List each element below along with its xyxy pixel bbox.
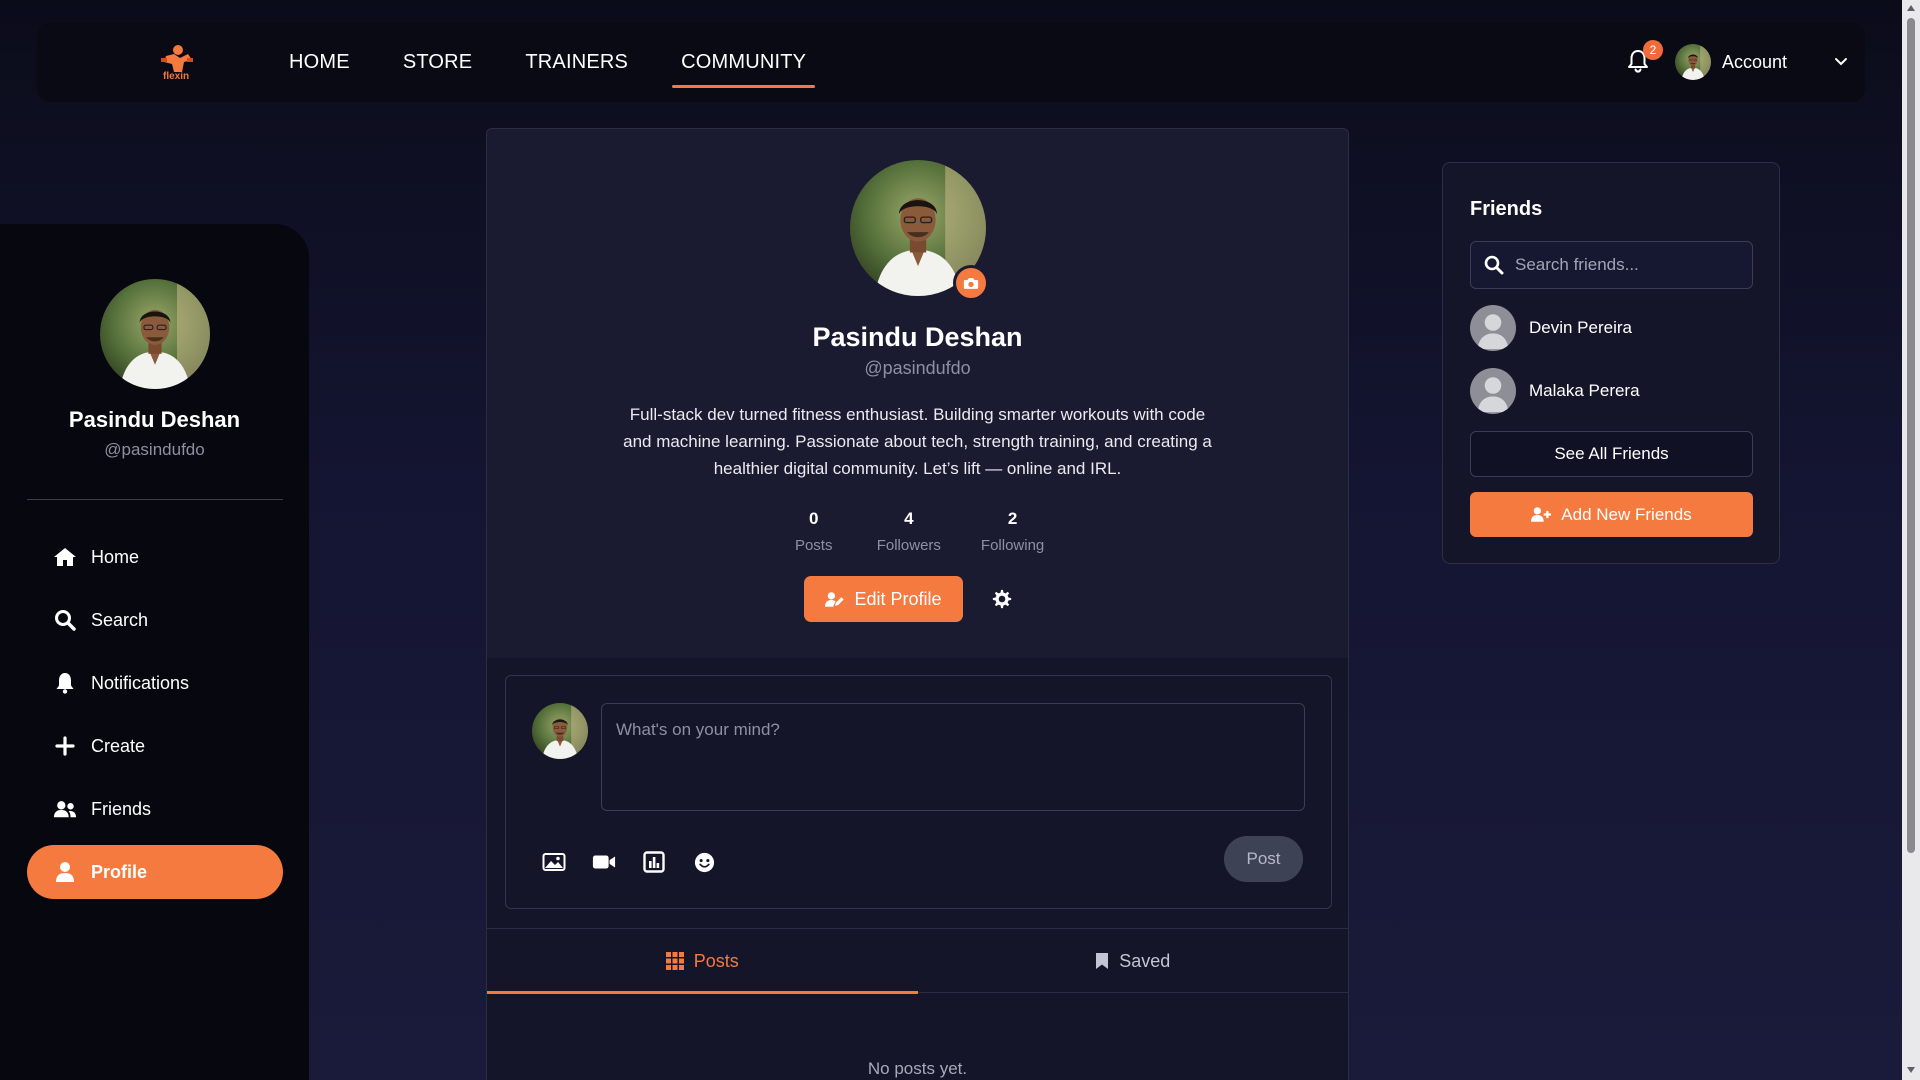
stat-posts[interactable]: 0 Posts [791,509,837,554]
edit-profile-button[interactable]: Edit Profile [804,576,963,622]
account-menu-label[interactable]: Account [1722,52,1787,73]
friends-search [1470,241,1753,289]
stat-value: 0 [808,509,819,528]
tab-label: Posts [693,950,739,971]
sidebar-item-home[interactable]: Home [27,530,283,584]
sidebar-item-notifications[interactable]: Notifications [27,656,283,710]
nav-trainers[interactable]: TRAINERS [525,51,628,74]
edit-profile-label: Edit Profile [854,588,942,609]
notification-count-badge: 2 [1643,40,1663,60]
scrollbar-thumb[interactable] [1907,18,1915,853]
scroll-up-arrow-icon[interactable] [1906,4,1916,12]
stat-following[interactable]: 2 Following [981,509,1044,554]
sidebar-item-friends[interactable]: Friends [27,782,283,836]
nav-home[interactable]: HOME [289,51,350,74]
sidebar-item-label: Notifications [91,672,190,693]
tab-saved[interactable]: Saved [918,929,1349,993]
user-plus-icon [1531,506,1552,523]
left-sidebar: Pasindu Deshan @pasindufdo Home Search N… [0,224,309,1080]
poll-icon[interactable] [642,850,666,874]
profile-handle: @pasindufdo [864,358,971,378]
add-new-friends-button[interactable]: Add New Friends [1470,492,1753,537]
stat-label: Followers [876,537,941,554]
sidebar-user-handle: @pasindufdo [104,440,205,459]
camera-icon [963,277,979,290]
friends-search-input[interactable] [1515,242,1745,288]
nav-community[interactable]: COMMUNITY [672,51,816,88]
plus-icon [53,735,77,757]
profile-name: Pasindu Deshan [812,322,1023,352]
profile-bio: Full-stack dev turned fitness enthusiast… [623,405,1212,478]
sidebar-item-profile[interactable]: Profile [27,845,283,899]
profile-tabs: Posts Saved [487,928,1349,994]
post-input[interactable] [601,703,1305,811]
stat-label: Following [980,537,1045,554]
friends-title: Friends [1470,198,1543,220]
profile-card: Pasindu Deshan @pasindufdo Full-stack de… [486,128,1349,1080]
stat-value: 2 [1007,509,1018,528]
stat-label: Posts [794,537,833,554]
bell-icon [53,672,77,694]
search-icon [1484,255,1504,275]
profile-stats: 0 Posts 4 Followers 2 Following [487,509,1348,554]
gear-icon[interactable] [991,588,1013,610]
composer-tools [542,850,716,874]
post-button[interactable]: Post [1224,836,1303,882]
post-composer: Post [505,675,1332,909]
image-icon[interactable] [542,850,566,874]
see-all-friends-button[interactable]: See All Friends [1470,431,1753,477]
user-icon [53,861,77,883]
avatar [1470,368,1516,414]
page-scrollbar[interactable] [1902,0,1920,1080]
stat-value: 4 [904,509,914,528]
empty-posts-message: No posts yet. [867,1059,968,1078]
tab-label: Saved [1119,950,1171,971]
friend-name: Malaka Perera [1529,381,1640,400]
list-item[interactable]: Malaka Perera [1470,368,1753,414]
sidebar-item-label: Home [91,546,140,567]
video-icon[interactable] [592,850,616,874]
avatar [1470,305,1516,351]
add-new-friends-label: Add New Friends [1561,504,1692,524]
change-photo-button[interactable] [953,265,989,301]
sidebar-item-label: Create [91,735,146,756]
home-icon [53,546,77,568]
search-icon [53,609,77,631]
sidebar-item-create[interactable]: Create [27,719,283,773]
profile-header: Pasindu Deshan @pasindufdo Full-stack de… [487,129,1348,658]
tab-posts[interactable]: Posts [487,929,918,994]
composer-avatar [532,703,588,759]
grid-icon [665,952,684,970]
sidebar-item-search[interactable]: Search [27,593,283,647]
chevron-down-icon[interactable] [1834,56,1848,68]
account-avatar[interactable] [1675,44,1711,80]
sidebar-item-label: Search [91,609,149,630]
sidebar-item-label: Profile [91,861,148,882]
bookmark-icon [1095,952,1109,970]
user-edit-icon [825,591,845,608]
nav-store[interactable]: STORE [403,51,473,74]
users-icon [53,798,77,820]
stat-followers[interactable]: 4 Followers [877,509,941,554]
friends-panel: Friends Devin Pereira Malaka Perera See … [1442,162,1780,564]
logo-text: flexin [163,71,190,82]
friend-name: Devin Pereira [1529,318,1632,337]
sidebar-avatar[interactable] [100,279,210,389]
sidebar-user-name: Pasindu Deshan [68,407,241,432]
sidebar-divider [27,499,283,500]
scroll-down-arrow-icon[interactable] [1906,1066,1916,1074]
emoji-icon[interactable] [692,850,716,874]
top-navbar: flexin HOME STORE TRAINERS COMMUNITY 2 A… [37,22,1865,102]
friends-list: Devin Pereira Malaka Perera [1470,305,1753,431]
sidebar-menu: Home Search Notifications Create Friends [27,530,283,908]
list-item[interactable]: Devin Pereira [1470,305,1753,351]
sidebar-item-label: Friends [91,798,152,819]
